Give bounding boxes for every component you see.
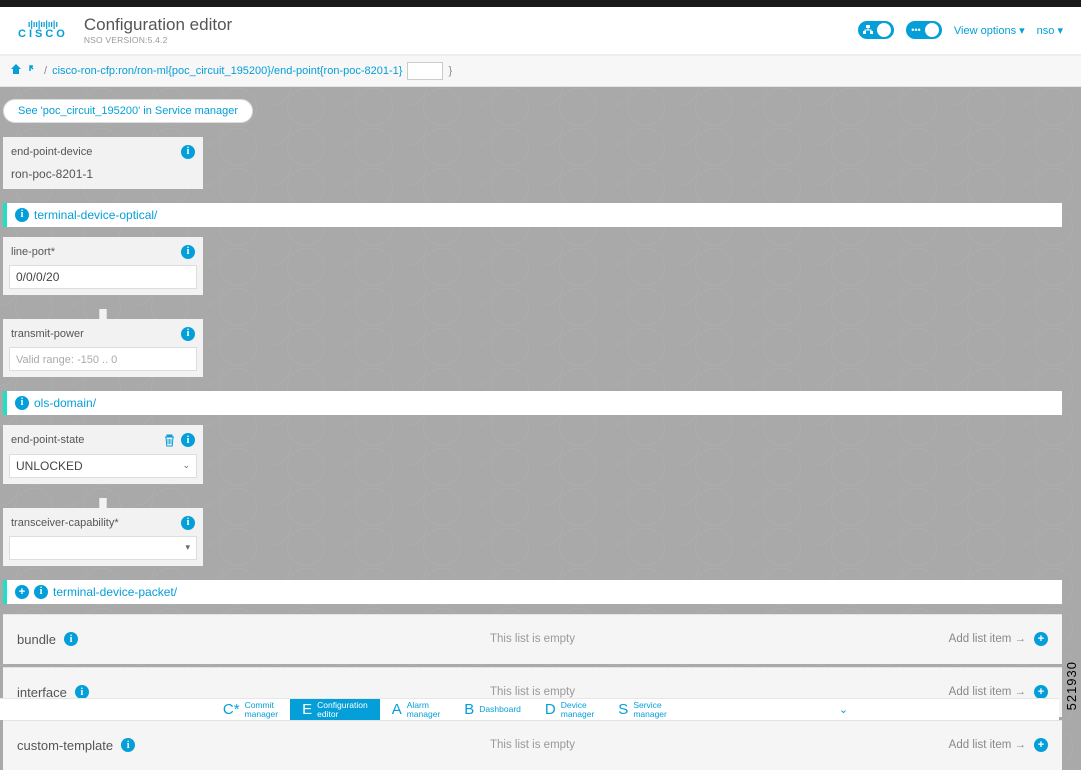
label-transceiver-capability: transceiver-capability* bbox=[11, 517, 119, 529]
info-icon[interactable]: i bbox=[34, 585, 48, 599]
add-list-item-button[interactable]: Add list item → + bbox=[949, 632, 1048, 646]
app-logo: ı|ıı|ıı|ıı|ı CISCO bbox=[18, 20, 68, 40]
nav-service-manager[interactable]: S Service manager bbox=[606, 699, 679, 720]
panel-divider bbox=[3, 498, 203, 508]
list-empty-text: This list is empty bbox=[490, 633, 575, 645]
link-terminal-device-packet[interactable]: terminal-device-packet/ bbox=[53, 585, 177, 599]
list-empty-text: This list is empty bbox=[490, 686, 575, 698]
app-header: ı|ıı|ıı|ıı|ı CISCO Configuration editor … bbox=[0, 7, 1081, 55]
info-icon[interactable]: i bbox=[121, 738, 135, 752]
breadcrumb-close-brace: } bbox=[448, 65, 452, 77]
panel-line-port: line-port* i bbox=[3, 237, 203, 295]
panel-endpoint-device: end-point-device i ron-poc-8201-1 bbox=[3, 137, 203, 189]
add-icon: + bbox=[1034, 685, 1048, 699]
link-terminal-device-optical[interactable]: terminal-device-optical/ bbox=[34, 208, 157, 222]
doc-watermark: 521930 bbox=[1064, 661, 1079, 710]
up-icon[interactable] bbox=[27, 63, 39, 78]
value-endpoint-device: ron-poc-8201-1 bbox=[9, 165, 197, 183]
info-icon[interactable]: i bbox=[15, 208, 29, 222]
window-chrome-dark bbox=[0, 0, 1081, 7]
add-icon: + bbox=[1034, 738, 1048, 752]
label-endpoint-state: end-point-state bbox=[11, 434, 84, 446]
list-empty-text: This list is empty bbox=[490, 739, 575, 751]
chevron-down-icon: ⌄ bbox=[182, 460, 190, 471]
service-manager-link[interactable]: See 'poc_circuit_195200' in Service mana… bbox=[3, 99, 253, 123]
add-list-item-button[interactable]: Add list item → + bbox=[949, 738, 1048, 752]
more-toggle[interactable]: ••• bbox=[906, 21, 942, 39]
breadcrumb-path[interactable]: cisco-ron-cfp:ron/ron-ml{poc_circuit_195… bbox=[52, 65, 402, 77]
view-options-dropdown[interactable]: View options ▾ bbox=[954, 24, 1025, 37]
chevron-down-icon: ▾ bbox=[185, 542, 190, 553]
page-title: Configuration editor bbox=[84, 15, 232, 35]
add-icon[interactable]: + bbox=[15, 585, 29, 599]
section-terminal-device-packet: + i terminal-device-packet/ bbox=[3, 580, 1062, 604]
info-icon[interactable]: i bbox=[181, 145, 195, 159]
list-name: bundle bbox=[17, 632, 56, 647]
link-ols-domain[interactable]: ols-domain/ bbox=[34, 396, 96, 410]
home-icon[interactable] bbox=[10, 63, 22, 78]
info-icon[interactable]: i bbox=[64, 632, 78, 646]
nso-version: NSO VERSION:5.4.2 bbox=[84, 35, 232, 45]
input-line-port[interactable] bbox=[9, 265, 197, 289]
select-endpoint-state[interactable]: UNLOCKED ⌄ bbox=[9, 454, 197, 478]
label-endpoint-device: end-point-device bbox=[11, 146, 92, 158]
list-bundle: bundle i This list is empty Add list ite… bbox=[3, 614, 1062, 664]
ellipsis-icon: ••• bbox=[909, 23, 923, 37]
panel-transceiver-capability: transceiver-capability* i ▾ bbox=[3, 508, 203, 566]
info-icon[interactable]: i bbox=[181, 327, 195, 341]
breadcrumb: / cisco-ron-cfp:ron/ron-ml{poc_circuit_1… bbox=[0, 55, 1081, 87]
panel-transmit-power: transmit-power i bbox=[3, 319, 203, 377]
breadcrumb-input[interactable] bbox=[407, 62, 443, 80]
section-ols-domain: i ols-domain/ bbox=[3, 391, 1062, 415]
info-icon[interactable]: i bbox=[181, 516, 195, 530]
info-icon[interactable]: i bbox=[75, 685, 89, 699]
input-transmit-power[interactable] bbox=[9, 347, 197, 371]
panel-endpoint-state: end-point-state i UNLOCKED ⌄ bbox=[3, 425, 203, 484]
main-content: See 'poc_circuit_195200' in Service mana… bbox=[0, 87, 1081, 770]
nav-alarm-manager[interactable]: A Alarm manager bbox=[380, 699, 453, 720]
nav-commit-manager[interactable]: C* Commit manager bbox=[211, 699, 290, 720]
info-icon[interactable]: i bbox=[181, 433, 195, 447]
list-name: custom-template bbox=[17, 738, 113, 753]
sitemap-toggle[interactable] bbox=[858, 21, 894, 39]
bottom-nav: C* Commit manager E Configuration editor… bbox=[0, 698, 1059, 720]
nav-device-manager[interactable]: D Device manager bbox=[533, 699, 606, 720]
info-icon[interactable]: i bbox=[15, 396, 29, 410]
label-line-port: line-port* bbox=[11, 246, 55, 258]
chevron-down-icon[interactable]: ⌄ bbox=[839, 703, 848, 716]
add-list-item-button[interactable]: Add list item → + bbox=[949, 685, 1048, 699]
sitemap-icon bbox=[861, 23, 875, 37]
info-icon[interactable]: i bbox=[181, 245, 195, 259]
panel-divider bbox=[3, 309, 203, 319]
nav-configuration-editor[interactable]: E Configuration editor bbox=[290, 699, 380, 720]
nso-user-dropdown[interactable]: nso ▾ bbox=[1037, 24, 1063, 37]
select-transceiver-capability[interactable]: ▾ bbox=[9, 536, 197, 560]
nav-dashboard[interactable]: B Dashboard bbox=[452, 699, 533, 720]
label-transmit-power: transmit-power bbox=[11, 328, 84, 340]
section-terminal-device-optical: i terminal-device-optical/ bbox=[3, 203, 1062, 227]
list-custom-template: custom-template i This list is empty Add… bbox=[3, 720, 1062, 770]
add-icon: + bbox=[1034, 632, 1048, 646]
trash-icon[interactable] bbox=[162, 433, 177, 448]
